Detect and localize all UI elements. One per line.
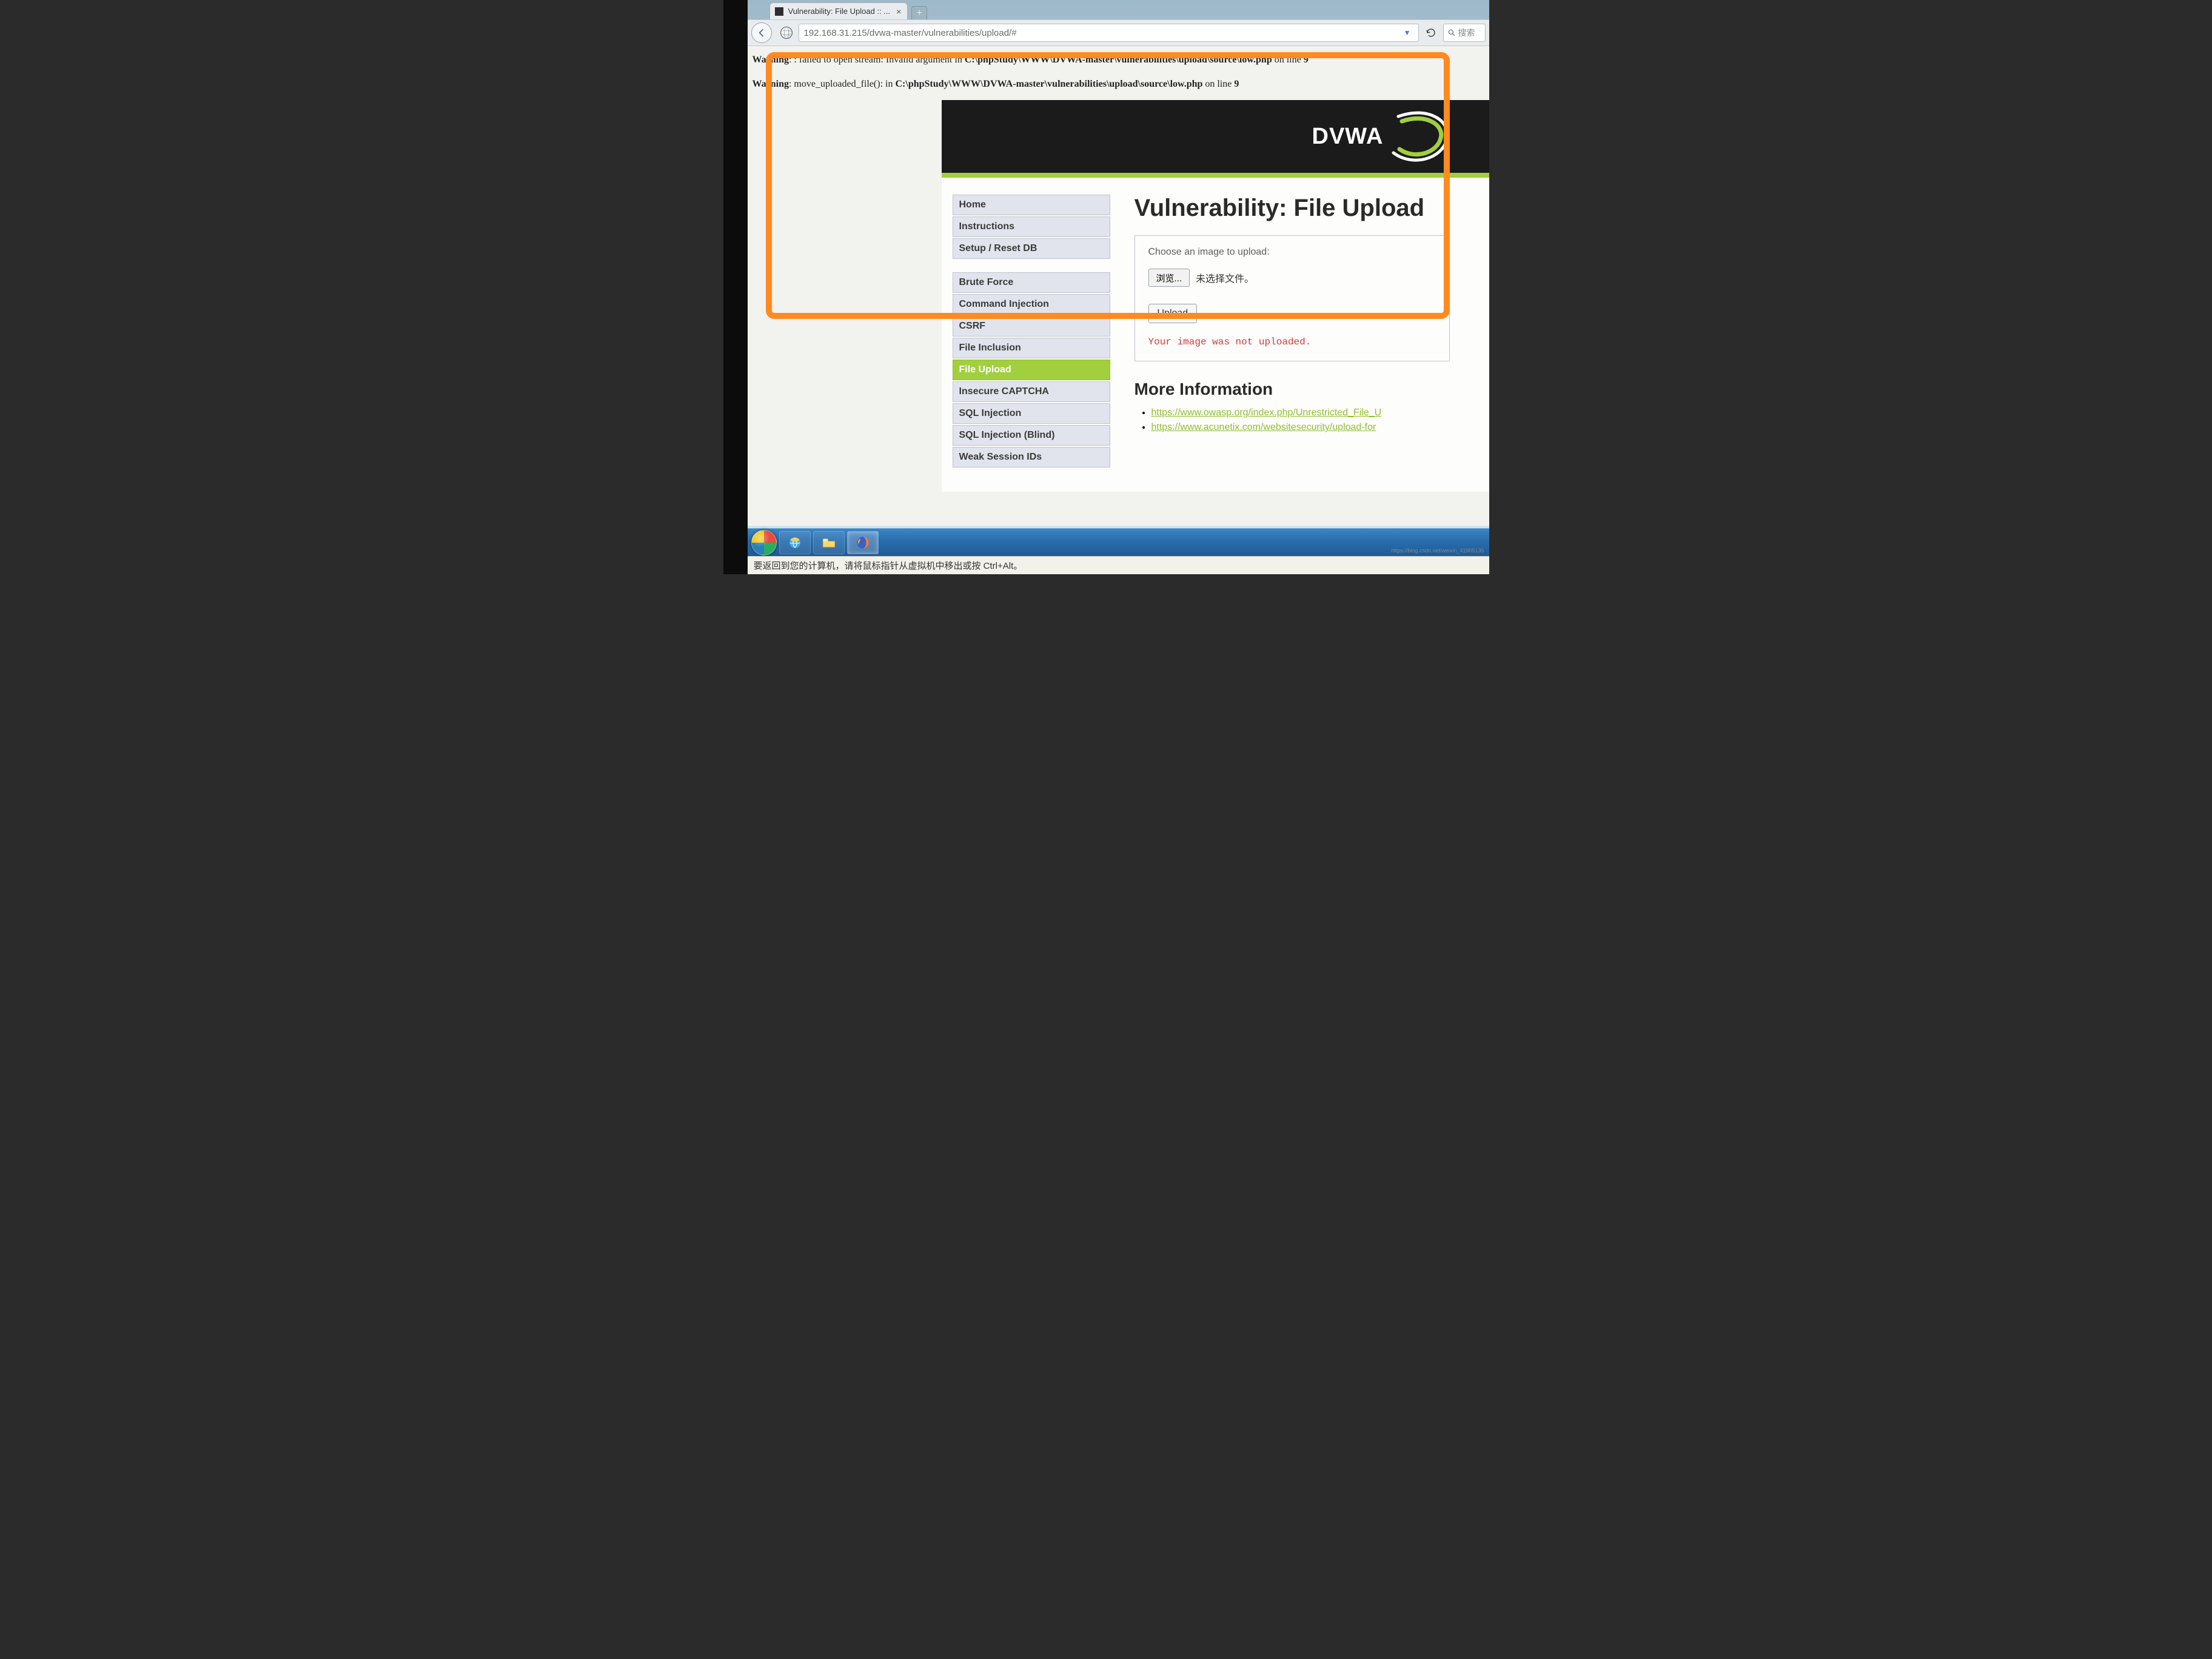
- php-warning-line: Warning: : failed to open stream: Invali…: [752, 52, 1489, 68]
- tab-strip: Vulnerability: File Upload :: ... × +: [769, 1, 928, 19]
- sidebar-item-setup[interactable]: Setup / Reset DB: [953, 238, 1110, 259]
- sidebar-item-sql-injection-blind[interactable]: SQL Injection (Blind): [953, 425, 1110, 446]
- file-status-text: 未选择文件。: [1196, 270, 1254, 285]
- php-warning-line: Warning: move_uploaded_file(): in C:\php…: [752, 76, 1489, 92]
- page-viewport: Warning: : failed to open stream: Invali…: [748, 46, 1489, 526]
- list-item: https://www.acunetix.com/websitesecurity…: [1151, 422, 1477, 433]
- nav-bar: 192.168.31.215/dvwa-master/vulnerabiliti…: [748, 19, 1489, 46]
- tab-favicon: [775, 7, 783, 16]
- new-tab-button[interactable]: +: [911, 6, 927, 19]
- search-icon: [1447, 28, 1456, 37]
- taskbar-item-firefox[interactable]: [847, 531, 879, 554]
- sidebar-item-weak-session-ids[interactable]: Weak Session IDs: [953, 447, 1110, 468]
- browser-tab-active[interactable]: Vulnerability: File Upload :: ... ×: [769, 2, 908, 19]
- sidebar: Home Instructions Setup / Reset DB Brute…: [953, 195, 1110, 468]
- arrow-left-icon: [757, 28, 766, 38]
- sidebar-item-insecure-captcha[interactable]: Insecure CAPTCHA: [953, 381, 1110, 402]
- globe-icon: [780, 27, 793, 39]
- page-title: Vulnerability: File Upload: [1134, 195, 1477, 222]
- ie-icon: [787, 535, 803, 551]
- upload-form: Choose an image to upload: 浏览... 未选择文件。 …: [1134, 235, 1450, 361]
- close-icon[interactable]: ×: [895, 7, 902, 16]
- url-text: 192.168.31.215/dvwa-master/vulnerabiliti…: [804, 28, 1017, 38]
- dvwa-app: DVWA Home Instructions Setup / Reset DB …: [942, 100, 1489, 492]
- sidebar-item-csrf[interactable]: CSRF: [953, 316, 1110, 337]
- dvwa-accent-bar: [942, 173, 1489, 178]
- browse-button[interactable]: 浏览...: [1148, 269, 1190, 287]
- reload-button[interactable]: [1423, 24, 1439, 41]
- php-warning-block: Warning: : failed to open stream: Invali…: [748, 46, 1489, 92]
- search-placeholder: 搜索: [1458, 27, 1475, 39]
- sidebar-item-file-inclusion[interactable]: File Inclusion: [953, 338, 1110, 358]
- sidebar-item-home[interactable]: Home: [953, 195, 1110, 215]
- upload-button[interactable]: Upload: [1148, 304, 1198, 323]
- plus-icon: +: [917, 8, 922, 19]
- info-link[interactable]: https://www.acunetix.com/websitesecurity…: [1151, 422, 1376, 432]
- search-box[interactable]: 搜索: [1443, 24, 1486, 42]
- taskbar-item-ie[interactable]: [779, 531, 811, 554]
- vm-hint-bar: 要返回到您的计算机，请将鼠标指针从虚拟机中移出或按 Ctrl+Alt。: [748, 556, 1489, 574]
- watermark-text: https://blog.csdn.net/weixin_41905135: [1391, 548, 1484, 554]
- chevron-down-icon[interactable]: ▼: [1401, 28, 1413, 37]
- more-info-list: https://www.owasp.org/index.php/Unrestri…: [1134, 407, 1477, 433]
- url-bar[interactable]: 192.168.31.215/dvwa-master/vulnerabiliti…: [799, 24, 1419, 42]
- sidebar-item-bruteforce[interactable]: Brute Force: [953, 272, 1110, 293]
- upload-error-message: Your image was not uploaded.: [1148, 337, 1436, 347]
- taskbar-item-explorer[interactable]: [813, 531, 845, 554]
- more-info-heading: More Information: [1134, 380, 1477, 399]
- sidebar-item-command-injection[interactable]: Command Injection: [953, 294, 1110, 315]
- dvwa-header: DVWA: [942, 100, 1489, 173]
- list-item: https://www.owasp.org/index.php/Unrestri…: [1151, 407, 1477, 418]
- tab-title: Vulnerability: File Upload :: ...: [788, 7, 891, 16]
- back-button[interactable]: [751, 22, 772, 43]
- start-button[interactable]: [751, 530, 777, 555]
- taskbar: [748, 528, 1489, 556]
- monitor-bezel: [723, 0, 748, 574]
- dvwa-swoosh-icon: [1386, 109, 1453, 164]
- sidebar-item-sql-injection[interactable]: SQL Injection: [953, 403, 1110, 424]
- folder-icon: [821, 535, 837, 551]
- sidebar-item-instructions[interactable]: Instructions: [953, 216, 1110, 237]
- main-content: Vulnerability: File Upload Choose an ima…: [1134, 195, 1489, 468]
- dvwa-logo-text: DVWA: [1312, 124, 1384, 150]
- dvwa-logo: DVWA: [1312, 109, 1453, 164]
- info-link[interactable]: https://www.owasp.org/index.php/Unrestri…: [1151, 407, 1382, 418]
- warning-label: Warning: [752, 55, 789, 65]
- upload-prompt: Choose an image to upload:: [1148, 247, 1436, 258]
- warning-label: Warning: [752, 79, 789, 89]
- firefox-icon: [855, 535, 871, 551]
- reload-icon: [1426, 27, 1436, 38]
- sidebar-item-file-upload[interactable]: File Upload: [953, 360, 1110, 380]
- vm-hint-text: 要返回到您的计算机，请将鼠标指针从虚拟机中移出或按 Ctrl+Alt。: [754, 559, 1023, 572]
